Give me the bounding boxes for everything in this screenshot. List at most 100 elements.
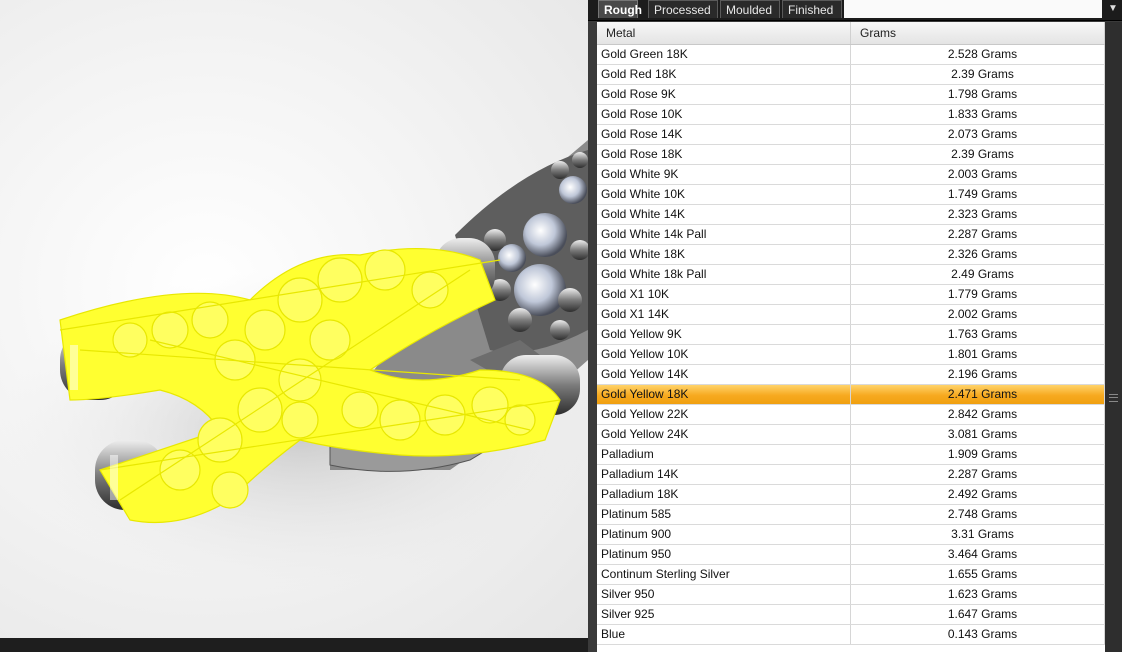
grams-value-cell: 1.763 Grams [851, 325, 1105, 344]
table-row[interactable]: Gold Yellow 18K 2.471 Grams [597, 385, 1105, 405]
grams-value-cell: 2.287 Grams [851, 225, 1105, 244]
metal-name-cell: Gold Yellow 9K [597, 325, 851, 344]
grams-value-cell: 3.081 Grams [851, 425, 1105, 444]
grams-value-cell: 2.49 Grams [851, 265, 1105, 284]
table-row[interactable]: Silver 950 1.623 Grams [597, 585, 1105, 605]
grams-value-cell: 1.623 Grams [851, 585, 1105, 604]
grams-value-cell: 1.798 Grams [851, 85, 1105, 104]
metal-name-cell: Gold Red 18K [597, 65, 851, 84]
table-header: Metal Grams [597, 22, 1105, 45]
table-row[interactable]: Blue 0.143 Grams [597, 625, 1105, 645]
table-row[interactable]: Gold Green 18K 2.528 Grams [597, 45, 1105, 65]
grams-value-cell: 2.002 Grams [851, 305, 1105, 324]
grams-value-cell: 1.779 Grams [851, 285, 1105, 304]
chevron-down-icon[interactable]: ▼ [1106, 2, 1120, 16]
table-row[interactable]: Gold Rose 10K 1.833 Grams [597, 105, 1105, 125]
tube-highlight [70, 345, 78, 390]
table-row[interactable]: Gold Rose 9K 1.798 Grams [597, 85, 1105, 105]
table-row[interactable]: Gold X1 10K 1.779 Grams [597, 285, 1105, 305]
metal-weight-panel: Rough Processed Moulded Finished ▼ Metal… [588, 0, 1122, 652]
viewport-status-strip [0, 638, 588, 652]
vertical-scrollbar[interactable] [1105, 22, 1122, 652]
metal-name-cell: Platinum 950 [597, 545, 851, 564]
tab-finished[interactable]: Finished [782, 0, 842, 18]
metal-name-cell: Gold White 18K [597, 245, 851, 264]
grams-value-cell: 3.464 Grams [851, 545, 1105, 564]
metal-name-cell: Blue [597, 625, 851, 644]
table-row[interactable]: Platinum 585 2.748 Grams [597, 505, 1105, 525]
table-row[interactable]: Gold Yellow 9K 1.763 Grams [597, 325, 1105, 345]
grip-line [1109, 397, 1118, 398]
metal-name-cell: Gold Rose 9K [597, 85, 851, 104]
grams-value-cell: 2.471 Grams [851, 385, 1105, 404]
grams-value-cell: 2.196 Grams [851, 365, 1105, 384]
table-row[interactable]: Gold Red 18K 2.39 Grams [597, 65, 1105, 85]
table-row[interactable]: Gold X1 14K 2.002 Grams [597, 305, 1105, 325]
table-row[interactable]: Palladium 18K 2.492 Grams [597, 485, 1105, 505]
column-header-grams[interactable]: Grams [851, 22, 1105, 44]
grams-value-cell: 2.326 Grams [851, 245, 1105, 264]
metal-name-cell: Gold Rose 18K [597, 145, 851, 164]
table-row[interactable]: Gold Yellow 24K 3.081 Grams [597, 425, 1105, 445]
table-row[interactable]: Gold Rose 18K 2.39 Grams [597, 145, 1105, 165]
table-body: Gold Green 18K 2.528 Grams Gold Red 18K 2.3… [597, 45, 1105, 645]
table-row[interactable]: Platinum 950 3.464 Grams [597, 545, 1105, 565]
table-row[interactable]: Gold Yellow 10K 1.801 Grams [597, 345, 1105, 365]
table-row[interactable]: Gold White 14K 2.323 Grams [597, 205, 1105, 225]
grams-value-cell: 2.528 Grams [851, 45, 1105, 64]
metal-name-cell: Gold X1 10K [597, 285, 851, 304]
metal-name-cell: Gold White 14K [597, 205, 851, 224]
grams-value-cell: 2.287 Grams [851, 465, 1105, 484]
metal-name-cell: Silver 925 [597, 605, 851, 624]
table-row[interactable]: Gold Yellow 14K 2.196 Grams [597, 365, 1105, 385]
metal-name-cell: Gold Yellow 22K [597, 405, 851, 424]
grams-value-cell: 0.143 Grams [851, 625, 1105, 644]
metal-name-cell: Gold White 9K [597, 165, 851, 184]
tab-rough[interactable]: Rough [598, 0, 642, 18]
grams-value-cell: 1.801 Grams [851, 345, 1105, 364]
table-row[interactable]: Continum Sterling Silver 1.655 Grams [597, 565, 1105, 585]
tab-bar-spacer [844, 0, 1102, 18]
metal-name-cell: Gold Rose 10K [597, 105, 851, 124]
table-row[interactable]: Gold White 10K 1.749 Grams [597, 185, 1105, 205]
grams-value-cell: 1.655 Grams [851, 565, 1105, 584]
table-row[interactable]: Palladium 14K 2.287 Grams [597, 465, 1105, 485]
metal-name-cell: Gold White 18k Pall [597, 265, 851, 284]
table-row[interactable]: Gold White 9K 2.003 Grams [597, 165, 1105, 185]
metal-name-cell: Palladium [597, 445, 851, 464]
table-row[interactable]: Gold White 14k Pall 2.287 Grams [597, 225, 1105, 245]
grams-value-cell: 3.31 Grams [851, 525, 1105, 544]
table-row[interactable]: Platinum 900 3.31 Grams [597, 525, 1105, 545]
grams-value-cell: 1.647 Grams [851, 605, 1105, 624]
grip-icon[interactable] [1109, 394, 1118, 402]
table-row[interactable]: Gold White 18k Pall 2.49 Grams [597, 265, 1105, 285]
grams-value-cell: 2.748 Grams [851, 505, 1105, 524]
metal-name-cell: Gold Yellow 24K [597, 425, 851, 444]
tab-moulded[interactable]: Moulded [720, 0, 780, 18]
metal-name-cell: Gold Yellow 18K [597, 385, 851, 404]
metal-name-cell: Gold Yellow 14K [597, 365, 851, 384]
table-row[interactable]: Gold Yellow 22K 2.842 Grams [597, 405, 1105, 425]
grams-value-cell: 1.749 Grams [851, 185, 1105, 204]
grams-value-cell: 2.003 Grams [851, 165, 1105, 184]
column-header-metal[interactable]: Metal [597, 22, 851, 44]
table-row[interactable]: Gold White 18K 2.326 Grams [597, 245, 1105, 265]
table-row[interactable]: Gold Rose 14K 2.073 Grams [597, 125, 1105, 145]
grams-value-cell: 2.492 Grams [851, 485, 1105, 504]
metal-name-cell: Gold White 10K [597, 185, 851, 204]
metal-name-cell: Palladium 14K [597, 465, 851, 484]
metal-weight-table[interactable]: Metal Grams Gold Green 18K 2.528 Grams Gol… [597, 22, 1105, 652]
3d-viewport[interactable] [0, 0, 588, 638]
metal-name-cell: Palladium 18K [597, 485, 851, 504]
jewelry-model-render[interactable] [0, 0, 588, 638]
grams-value-cell: 2.073 Grams [851, 125, 1105, 144]
grams-value-cell: 1.833 Grams [851, 105, 1105, 124]
weight-tab-bar: Rough Processed Moulded Finished ▼ [588, 0, 1122, 21]
table-row[interactable]: Palladium 1.909 Grams [597, 445, 1105, 465]
metal-name-cell: Continum Sterling Silver [597, 565, 851, 584]
tab-processed[interactable]: Processed [648, 0, 718, 18]
metal-name-cell: Gold Green 18K [597, 45, 851, 64]
table-row[interactable]: Silver 925 1.647 Grams [597, 605, 1105, 625]
metal-name-cell: Gold X1 14K [597, 305, 851, 324]
metal-name-cell: Silver 950 [597, 585, 851, 604]
